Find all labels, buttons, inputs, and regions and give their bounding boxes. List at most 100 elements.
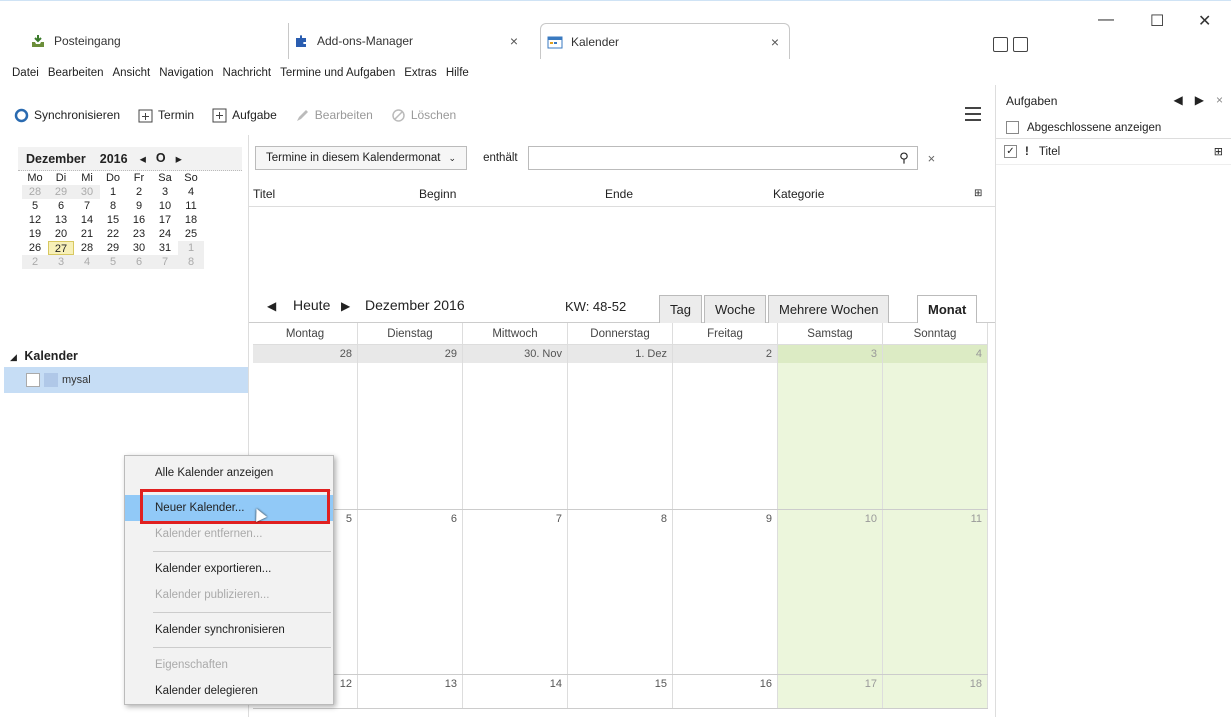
menu-datei[interactable]: Datei — [12, 67, 39, 79]
mini-day[interactable]: 30 — [74, 185, 100, 199]
menu-hilfe[interactable]: Hilfe — [446, 67, 469, 79]
mini-day[interactable]: 4 — [74, 255, 100, 269]
mini-day[interactable]: 10 — [152, 199, 178, 213]
close-icon[interactable]: × — [510, 33, 518, 49]
day-cell[interactable]: 1. Dez — [568, 345, 673, 509]
day-cell[interactable]: 7 — [463, 510, 568, 674]
mini-day[interactable]: 14 — [74, 213, 100, 227]
mini-day[interactable]: 17 — [152, 213, 178, 227]
mini-month-name[interactable]: Dezember — [26, 152, 86, 166]
mini-day[interactable]: 23 — [126, 227, 152, 241]
mini-day[interactable]: 9 — [126, 199, 152, 213]
col-task-title[interactable]: Titel — [1039, 146, 1060, 158]
menu-properties[interactable]: Eigenschaften — [125, 652, 333, 678]
mini-day[interactable]: 18 — [178, 213, 204, 227]
menu-nachricht[interactable]: Nachricht — [223, 67, 272, 79]
new-event-button[interactable]: Termin — [138, 108, 194, 123]
mini-day[interactable]: 20 — [48, 227, 74, 241]
day-cell[interactable]: 10 — [778, 510, 883, 674]
mini-day[interactable]: 25 — [178, 227, 204, 241]
mini-day[interactable]: 7 — [74, 199, 100, 213]
tab-inbox[interactable]: Posteingang — [30, 23, 280, 59]
prev-icon[interactable]: ◀ — [267, 299, 276, 313]
column-picker-icon[interactable]: ⊞ — [1214, 145, 1223, 158]
close-icon[interactable]: × — [771, 34, 779, 50]
tab-calendar[interactable]: Kalender × — [540, 23, 790, 59]
menu-termine[interactable]: Termine und Aufgaben — [280, 67, 395, 79]
col-title[interactable]: Titel — [253, 187, 275, 201]
edit-button[interactable]: Bearbeiten — [295, 108, 373, 123]
day-cell[interactable]: 9 — [673, 510, 778, 674]
day-cell[interactable]: 4 — [883, 345, 988, 509]
next-icon[interactable]: ▶ — [341, 299, 350, 313]
calendar-view-icon[interactable] — [993, 37, 1008, 52]
calendar-item[interactable]: mysal — [4, 367, 248, 393]
mini-day[interactable]: 8 — [178, 255, 204, 269]
mini-day[interactable]: 5 — [100, 255, 126, 269]
mini-day[interactable]: 1 — [178, 241, 204, 255]
close-icon[interactable]: × — [928, 151, 936, 166]
col-category[interactable]: Kategorie — [773, 187, 824, 201]
mini-day[interactable]: 2 — [126, 185, 152, 199]
mini-day[interactable]: 29 — [48, 185, 74, 199]
mini-day[interactable]: 28 — [74, 241, 100, 255]
today-button[interactable]: Heute — [293, 297, 330, 313]
col-end[interactable]: Ende — [605, 187, 633, 201]
search-icon[interactable]: ⚲ — [899, 150, 909, 166]
next-month-icon[interactable]: ▸ — [176, 151, 182, 166]
day-cell[interactable]: 6 — [358, 510, 463, 674]
mini-day[interactable]: 19 — [22, 227, 48, 241]
menu-sync-calendar[interactable]: Kalender synchronisieren — [125, 617, 333, 643]
col-start[interactable]: Beginn — [419, 187, 456, 201]
search-input[interactable]: ⚲ — [527, 146, 918, 170]
mini-day[interactable]: 30 — [126, 241, 152, 255]
maximize-icon[interactable]: ☐ — [1150, 11, 1164, 31]
completed-column-checkbox[interactable]: ✓ — [1004, 145, 1017, 158]
mini-day[interactable]: 7 — [152, 255, 178, 269]
sync-button[interactable]: Synchronisieren — [14, 108, 120, 123]
mini-day[interactable]: 15 — [100, 213, 126, 227]
mini-day[interactable]: 6 — [126, 255, 152, 269]
mini-day[interactable]: 27 — [48, 241, 74, 255]
menu-export-calendar[interactable]: Kalender exportieren... — [125, 556, 333, 582]
priority-icon[interactable]: ! — [1025, 146, 1029, 158]
day-cell[interactable]: 29 — [358, 345, 463, 509]
task-view-icon[interactable] — [1013, 37, 1028, 52]
mini-day[interactable]: 16 — [126, 213, 152, 227]
day-cell[interactable]: 14 — [463, 675, 568, 708]
day-cell[interactable]: 13 — [358, 675, 463, 708]
mini-day[interactable]: 5 — [22, 199, 48, 213]
day-cell[interactable]: 8 — [568, 510, 673, 674]
tab-addons[interactable]: Add-ons-Manager × — [288, 23, 528, 59]
mini-day[interactable]: 31 — [152, 241, 178, 255]
day-cell[interactable]: 2 — [673, 345, 778, 509]
mini-month-year[interactable]: 2016 — [100, 152, 128, 166]
window-close-icon[interactable]: ✕ — [1198, 11, 1211, 31]
day-cell[interactable]: 11 — [883, 510, 988, 674]
day-cell[interactable]: 15 — [568, 675, 673, 708]
today-circle-icon[interactable]: O — [156, 151, 166, 166]
mini-day[interactable]: 4 — [178, 185, 204, 199]
mini-day[interactable]: 29 — [100, 241, 126, 255]
mini-day[interactable]: 13 — [48, 213, 74, 227]
menu-bearbeiten[interactable]: Bearbeiten — [48, 67, 104, 79]
mini-day[interactable]: 21 — [74, 227, 100, 241]
show-completed-checkbox[interactable] — [1006, 121, 1019, 134]
menu-publish-calendar[interactable]: Kalender publizieren... — [125, 582, 333, 608]
menu-extras[interactable]: Extras — [404, 67, 437, 79]
menu-delegate-calendar[interactable]: Kalender delegieren — [125, 678, 333, 704]
day-cell[interactable]: 18 — [883, 675, 988, 708]
view-tab-multiweek[interactable]: Mehrere Wochen — [768, 295, 890, 323]
menu-remove-calendar[interactable]: Kalender entfernen... — [125, 521, 333, 547]
new-task-button[interactable]: Aufgabe — [212, 108, 277, 123]
show-completed-toggle[interactable]: Abgeschlossene anzeigen — [996, 117, 1231, 139]
day-cell[interactable]: 16 — [673, 675, 778, 708]
menu-ansicht[interactable]: Ansicht — [112, 67, 150, 79]
menu-navigation[interactable]: Navigation — [159, 67, 213, 79]
calendar-checkbox[interactable] — [26, 373, 40, 387]
mini-day[interactable]: 11 — [178, 199, 204, 213]
delete-button[interactable]: Löschen — [391, 108, 456, 123]
hamburger-menu-icon[interactable] — [965, 107, 981, 121]
mini-day[interactable]: 3 — [152, 185, 178, 199]
prev-month-icon[interactable]: ◂ — [140, 151, 146, 166]
